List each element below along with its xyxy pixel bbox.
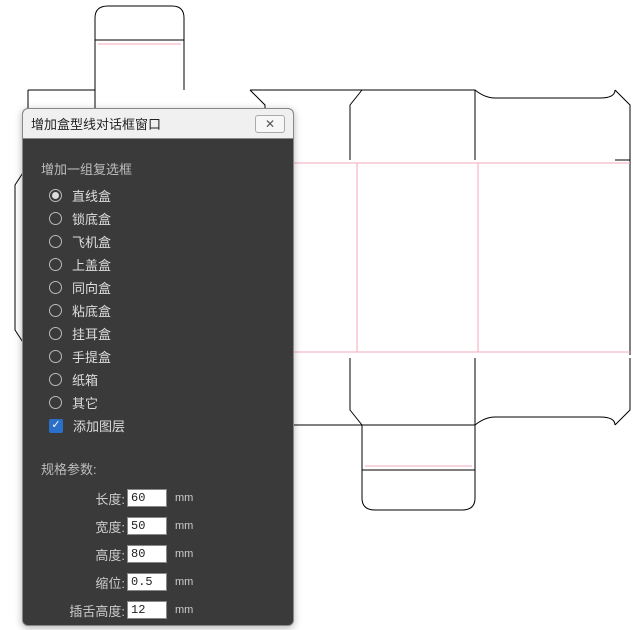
radio-icon bbox=[49, 373, 62, 386]
box-type-radio[interactable]: 挂耳盒 bbox=[49, 322, 275, 345]
param-input[interactable] bbox=[127, 489, 167, 507]
param-label: 缩位: bbox=[51, 573, 127, 592]
param-input[interactable] bbox=[127, 545, 167, 563]
radio-icon bbox=[49, 304, 62, 317]
box-type-radio[interactable]: 同向盒 bbox=[49, 276, 275, 299]
radio-label: 上盖盒 bbox=[72, 255, 111, 274]
radio-icon bbox=[49, 189, 62, 202]
param-unit: mm bbox=[175, 548, 193, 560]
checkbox-icon: ✓ bbox=[49, 419, 63, 433]
add-box-line-dialog: 增加盒型线对话框窗口 ✕ 增加一组复选框 直线盒锁底盒飞机盒上盖盒同向盒粘底盒挂… bbox=[22, 108, 294, 626]
radio-label: 粘底盒 bbox=[72, 301, 111, 320]
box-type-radio[interactable]: 手提盒 bbox=[49, 345, 275, 368]
box-type-radio[interactable]: 锁底盒 bbox=[49, 207, 275, 230]
param-input[interactable] bbox=[127, 601, 167, 619]
box-type-radio[interactable]: 纸箱 bbox=[49, 368, 275, 391]
radio-icon bbox=[49, 281, 62, 294]
param-unit: mm bbox=[175, 604, 193, 616]
box-type-radio[interactable]: 粘底盒 bbox=[49, 299, 275, 322]
radio-label: 直线盒 bbox=[72, 186, 111, 205]
radio-label: 锁底盒 bbox=[72, 209, 111, 228]
radio-icon bbox=[49, 258, 62, 271]
param-label: 高度: bbox=[51, 545, 127, 564]
param-input[interactable] bbox=[127, 517, 167, 535]
param-label: 插舌高度: bbox=[51, 601, 127, 620]
param-label: 宽度: bbox=[51, 517, 127, 536]
param-row: 粘口宽度:mm bbox=[41, 624, 275, 625]
box-type-radio[interactable]: 上盖盒 bbox=[49, 253, 275, 276]
radio-label: 同向盒 bbox=[72, 278, 111, 297]
dialog-body: 增加一组复选框 直线盒锁底盒飞机盒上盖盒同向盒粘底盒挂耳盒手提盒纸箱其它 ✓ 添加图… bbox=[23, 139, 293, 625]
close-icon: ✕ bbox=[265, 117, 275, 131]
params-label: 规格参数: bbox=[41, 459, 275, 478]
dialog-title: 增加盒型线对话框窗口 bbox=[31, 114, 255, 133]
close-button[interactable]: ✕ bbox=[255, 115, 285, 133]
param-row: 长度: mm bbox=[41, 484, 275, 512]
param-row: 宽度: mm bbox=[41, 512, 275, 540]
param-row: 插舌高度: mm bbox=[41, 596, 275, 624]
radio-icon bbox=[49, 327, 62, 340]
radio-icon bbox=[49, 350, 62, 363]
dialog-titlebar[interactable]: 增加盒型线对话框窗口 ✕ bbox=[23, 109, 293, 139]
radio-label: 手提盒 bbox=[72, 347, 111, 366]
radio-icon bbox=[49, 235, 62, 248]
radio-label: 挂耳盒 bbox=[72, 324, 111, 343]
checkbox-label: 添加图层 bbox=[73, 416, 125, 435]
param-row: 高度: mm bbox=[41, 540, 275, 568]
box-type-radio[interactable]: 直线盒 bbox=[49, 184, 275, 207]
param-input[interactable] bbox=[127, 573, 167, 591]
radio-label: 其它 bbox=[72, 393, 98, 412]
params-section: 规格参数: 长度: mm 宽度: mm 高度: mm 缩位: mm 插舌高度: mm 粘口宽度:mm bbox=[41, 459, 275, 625]
param-row: 缩位: mm bbox=[41, 568, 275, 596]
box-type-radio[interactable]: 其它 bbox=[49, 391, 275, 414]
box-type-radio-list: 直线盒锁底盒飞机盒上盖盒同向盒粘底盒挂耳盒手提盒纸箱其它 ✓ 添加图层 bbox=[41, 184, 275, 437]
box-type-group-label: 增加一组复选框 bbox=[41, 159, 275, 178]
radio-icon bbox=[49, 212, 62, 225]
param-unit: mm bbox=[175, 492, 193, 504]
param-unit: mm bbox=[175, 576, 193, 588]
add-layer-checkbox[interactable]: ✓ 添加图层 bbox=[49, 414, 275, 437]
radio-label: 纸箱 bbox=[72, 370, 98, 389]
param-label: 长度: bbox=[51, 489, 127, 508]
radio-icon bbox=[49, 396, 62, 409]
param-unit: mm bbox=[175, 520, 193, 532]
radio-label: 飞机盒 bbox=[72, 232, 111, 251]
box-type-radio[interactable]: 飞机盒 bbox=[49, 230, 275, 253]
